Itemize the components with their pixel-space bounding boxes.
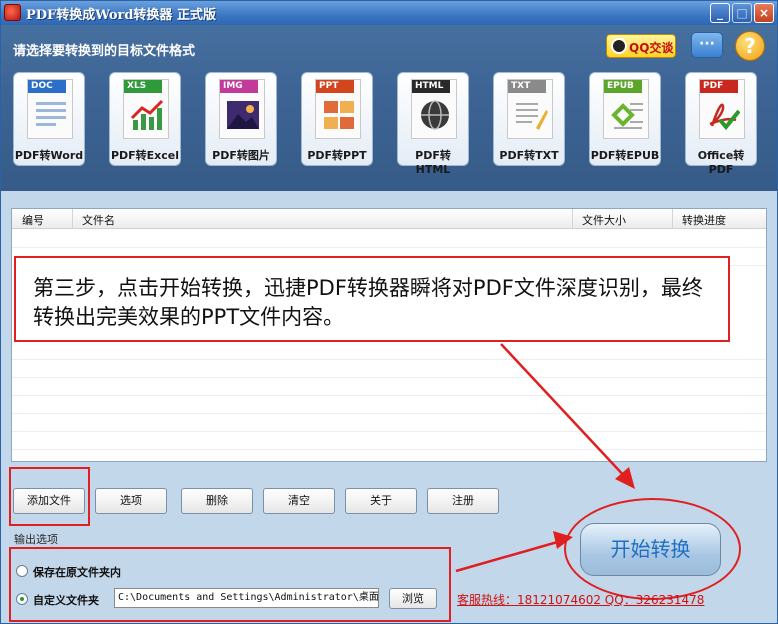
support-hotline-link[interactable]: 客服热线：18121074602 QQ：326231478: [457, 591, 704, 608]
column-filesize[interactable]: 文件大小: [582, 212, 626, 228]
format-tag: DOC: [28, 80, 66, 93]
acrobat-check-icon: [709, 103, 740, 131]
format-tile-epub[interactable]: EPUB PDF转EPUB: [589, 72, 661, 166]
format-tag: HTML: [412, 80, 450, 93]
chart-arrow-icon: [130, 99, 164, 130]
column-divider: [72, 209, 73, 229]
document-lines-icon: [36, 102, 66, 126]
qq-chat-label: QQ交谈: [629, 41, 674, 55]
format-label: PDF转EPUB: [590, 149, 660, 162]
row-divider: [12, 377, 766, 378]
format-tile-ppt[interactable]: PPT PDF转PPT: [301, 72, 373, 166]
output-options-label: 输出选项: [14, 533, 58, 546]
clear-button[interactable]: 清空: [263, 488, 335, 514]
callout-arrow-head: [615, 467, 635, 489]
slides-icon: [324, 101, 354, 129]
epub-logo-icon: [611, 103, 643, 129]
format-tag: XLS: [124, 80, 162, 93]
browse-button[interactable]: 浏览: [389, 588, 437, 609]
callout-text: 第三步，点击开始转换，迅捷PDF转换器瞬将对PDF文件深度识别，最终转换出完美效…: [33, 276, 703, 329]
format-label: PDF转HTML: [415, 149, 451, 176]
column-index[interactable]: 编号: [22, 212, 44, 228]
qq-penguin-icon: [611, 38, 627, 54]
column-divider: [672, 209, 673, 229]
format-tag: IMG: [220, 80, 258, 93]
format-label: PDF转TXT: [499, 149, 559, 162]
title-bar[interactable]: PDF转换成Word转换器 正式版 _ □ ×: [1, 1, 777, 25]
format-label: PDF转图片: [212, 149, 270, 162]
window-title: PDF转换成Word转换器 正式版: [26, 8, 216, 23]
column-filename[interactable]: 文件名: [82, 212, 115, 228]
format-label: Office转PDF: [697, 149, 745, 176]
row-divider: [12, 395, 766, 396]
format-tile-excel[interactable]: XLS PDF转Excel: [109, 72, 181, 166]
maximize-button[interactable]: □: [732, 3, 752, 23]
format-tag: PDF: [700, 80, 738, 93]
save-original-radio[interactable]: [16, 565, 28, 577]
row-divider: [12, 449, 766, 450]
custom-folder-label[interactable]: 自定义文件夹: [33, 592, 99, 608]
help-icon[interactable]: ?: [735, 31, 765, 61]
format-tile-word[interactable]: DOC PDF转Word: [13, 72, 85, 166]
globe-icon: [421, 100, 449, 130]
format-tile-office-pdf[interactable]: PDF Office转PDF: [685, 72, 757, 176]
excel-doc-icon: XLS: [123, 79, 169, 139]
row-divider: [12, 359, 766, 360]
format-label: PDF转PPT: [307, 149, 367, 162]
row-divider: [12, 431, 766, 432]
image-doc-icon: IMG: [219, 79, 265, 139]
output-path-field[interactable]: C:\Documents and Settings\Administrator\…: [114, 588, 379, 608]
epub-doc-icon: EPUB: [603, 79, 649, 139]
format-header: 请选择要转换到的目标文件格式 QQ交谈 ··· ? DOC PDF转Word X…: [1, 25, 777, 191]
format-tag: TXT: [508, 80, 546, 93]
options-button[interactable]: 选项: [95, 488, 167, 514]
ppt-doc-icon: PPT: [315, 79, 361, 139]
save-original-label[interactable]: 保存在原文件夹内: [33, 564, 121, 580]
pencil-text-icon: [516, 103, 548, 130]
column-divider: [572, 209, 573, 229]
delete-button[interactable]: 删除: [181, 488, 253, 514]
chat-bubble-icon[interactable]: ···: [691, 32, 723, 58]
minimize-button[interactable]: _: [710, 3, 730, 23]
register-button[interactable]: 注册: [427, 488, 499, 514]
format-tag: PPT: [316, 80, 354, 93]
file-list-header: 编号 文件名 文件大小 转换进度: [12, 209, 766, 229]
row-divider: [12, 247, 766, 248]
txt-doc-icon: TXT: [507, 79, 553, 139]
qq-chat-button[interactable]: QQ交谈: [606, 34, 676, 58]
start-convert-button[interactable]: 开始转换: [580, 523, 721, 576]
landscape-photo-icon: [227, 101, 259, 129]
format-tile-image[interactable]: IMG PDF转图片: [205, 72, 277, 166]
target-format-label: 请选择要转换到的目标文件格式: [13, 44, 196, 59]
output-options-highlight: [9, 547, 451, 622]
word-doc-icon: DOC: [27, 79, 73, 139]
format-tag: EPUB: [604, 80, 642, 93]
column-progress[interactable]: 转换进度: [682, 212, 726, 228]
about-button[interactable]: 关于: [345, 488, 417, 514]
output-arrow-line: [455, 539, 562, 573]
custom-folder-radio[interactable]: [16, 593, 28, 605]
add-file-button[interactable]: 添加文件: [13, 488, 85, 514]
close-button[interactable]: ×: [754, 3, 774, 23]
format-tile-txt[interactable]: TXT PDF转TXT: [493, 72, 565, 166]
tutorial-callout: 第三步，点击开始转换，迅捷PDF转换器瞬将对PDF文件深度识别，最终转换出完美效…: [14, 256, 730, 342]
html-doc-icon: HTML: [411, 79, 457, 139]
row-divider: [12, 413, 766, 414]
pdf-doc-icon: PDF: [699, 79, 745, 139]
format-tile-html[interactable]: HTML PDF转HTML: [397, 72, 469, 176]
app-logo-icon: [4, 4, 21, 21]
format-label: PDF转Excel: [110, 149, 180, 162]
app-window: PDF转换成Word转换器 正式版 _ □ × 请选择要转换到的目标文件格式 Q…: [0, 0, 778, 624]
format-label: PDF转Word: [14, 149, 84, 162]
